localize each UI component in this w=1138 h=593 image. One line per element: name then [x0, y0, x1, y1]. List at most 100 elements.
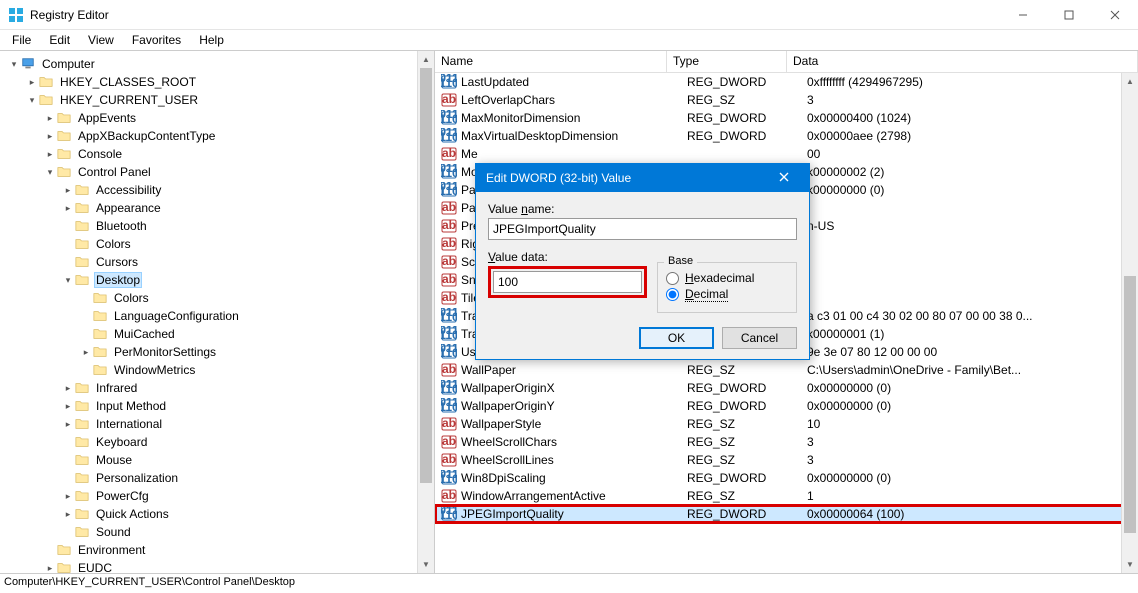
list-row[interactable]: WallpaperOriginXREG_DWORD0x00000000 (0) [435, 379, 1138, 397]
chevron-right-icon[interactable]: ▸ [80, 365, 92, 376]
menu-view[interactable]: View [80, 31, 122, 49]
chevron-right-icon[interactable]: ▸ [80, 311, 92, 322]
chevron-right-icon[interactable]: ▸ [62, 383, 74, 394]
tree-item[interactable]: ▸Bluetooth [0, 217, 434, 235]
tree-item[interactable]: ▸Accessibility [0, 181, 434, 199]
chevron-right-icon[interactable]: ▸ [62, 419, 74, 430]
chevron-right-icon[interactable]: ▸ [62, 185, 74, 196]
cancel-button[interactable]: Cancel [722, 327, 797, 349]
hex-radio-row[interactable]: Hexadecimal [666, 271, 788, 285]
scroll-down-button[interactable]: ▼ [418, 556, 434, 573]
chevron-right-icon[interactable]: ▸ [44, 149, 56, 160]
list-row[interactable]: WallPaperREG_SZC:\Users\admin\OneDrive -… [435, 361, 1138, 379]
chevron-right-icon[interactable]: ▸ [62, 239, 74, 250]
menu-edit[interactable]: Edit [41, 31, 78, 49]
dialog-titlebar[interactable]: Edit DWORD (32-bit) Value [476, 164, 809, 192]
chevron-right-icon[interactable]: ▸ [80, 347, 92, 358]
tree-item[interactable]: ▾Control Panel [0, 163, 434, 181]
tree-item[interactable]: ▸International [0, 415, 434, 433]
chevron-right-icon[interactable]: ▸ [44, 113, 56, 124]
chevron-down-icon[interactable]: ▾ [62, 275, 74, 286]
chevron-down-icon[interactable]: ▾ [44, 167, 56, 178]
menu-file[interactable]: File [4, 31, 39, 49]
tree-item[interactable]: ▸Appearance [0, 199, 434, 217]
scroll-thumb[interactable] [420, 68, 432, 483]
chevron-right-icon[interactable]: ▸ [62, 527, 74, 538]
list-row[interactable]: LastUpdatedREG_DWORD0xffffffff (42949672… [435, 73, 1138, 91]
list-row[interactable]: JPEGImportQualityREG_DWORD0x00000064 (10… [435, 505, 1138, 523]
scroll-down-button[interactable]: ▼ [1122, 556, 1138, 573]
list-row[interactable]: WallpaperOriginYREG_DWORD0x00000000 (0) [435, 397, 1138, 415]
list-row[interactable]: WheelScrollLinesREG_SZ3 [435, 451, 1138, 469]
tree-pane[interactable]: ▾Computer▸HKEY_CLASSES_ROOT▾HKEY_CURRENT… [0, 51, 435, 573]
chevron-right-icon[interactable]: ▸ [62, 203, 74, 214]
column-header-name[interactable]: Name [435, 51, 667, 72]
tree-item[interactable]: ▾Desktop [0, 271, 434, 289]
tree-item[interactable]: ▾HKEY_CURRENT_USER [0, 91, 434, 109]
column-header-type[interactable]: Type [667, 51, 787, 72]
chevron-right-icon[interactable]: ▸ [62, 221, 74, 232]
tree-item[interactable]: ▸Mouse [0, 451, 434, 469]
maximize-button[interactable] [1046, 0, 1092, 30]
scroll-track[interactable] [1122, 90, 1138, 556]
tree-item[interactable]: ▸MuiCached [0, 325, 434, 343]
decimal-radio-row[interactable]: Decimal [666, 287, 788, 302]
list-row[interactable]: MaxMonitorDimensionREG_DWORD0x00000400 (… [435, 109, 1138, 127]
chevron-right-icon[interactable]: ▸ [44, 545, 56, 556]
scroll-up-button[interactable]: ▲ [418, 51, 434, 68]
chevron-right-icon[interactable]: ▸ [62, 509, 74, 520]
tree-item[interactable]: ▸Colors [0, 235, 434, 253]
value-name-input[interactable] [488, 218, 797, 240]
tree-item[interactable]: ▸Personalization [0, 469, 434, 487]
hex-radio[interactable] [666, 272, 679, 285]
chevron-right-icon[interactable]: ▸ [62, 401, 74, 412]
list-row[interactable]: MaxVirtualDesktopDimensionREG_DWORD0x000… [435, 127, 1138, 145]
tree-item[interactable]: ▸Cursors [0, 253, 434, 271]
tree-item[interactable]: ▸AppXBackupContentType [0, 127, 434, 145]
chevron-right-icon[interactable]: ▸ [62, 437, 74, 448]
tree-item[interactable]: ▸PerMonitorSettings [0, 343, 434, 361]
ok-button[interactable]: OK [639, 327, 714, 349]
chevron-right-icon[interactable]: ▸ [80, 329, 92, 340]
tree-item[interactable]: ▸WindowMetrics [0, 361, 434, 379]
scroll-up-button[interactable]: ▲ [1122, 73, 1138, 90]
chevron-right-icon[interactable]: ▸ [62, 491, 74, 502]
value-data-input[interactable] [493, 271, 642, 293]
chevron-down-icon[interactable]: ▾ [8, 59, 20, 70]
tree-item[interactable]: ▸AppEvents [0, 109, 434, 127]
chevron-right-icon[interactable]: ▸ [26, 77, 38, 88]
scroll-thumb[interactable] [1124, 276, 1136, 532]
chevron-right-icon[interactable]: ▸ [62, 455, 74, 466]
tree-item[interactable]: ▸Keyboard [0, 433, 434, 451]
tree-item[interactable]: ▸Colors [0, 289, 434, 307]
dialog-close-button[interactable] [769, 171, 799, 185]
decimal-radio[interactable] [666, 288, 679, 301]
chevron-right-icon[interactable]: ▸ [62, 257, 74, 268]
tree-scrollbar[interactable]: ▲ ▼ [417, 51, 434, 573]
tree-item[interactable]: ▸Sound [0, 523, 434, 541]
chevron-right-icon[interactable]: ▸ [44, 131, 56, 142]
tree-item[interactable]: ▸PowerCfg [0, 487, 434, 505]
chevron-right-icon[interactable]: ▸ [44, 563, 56, 574]
list-row[interactable]: LeftOverlapCharsREG_SZ3 [435, 91, 1138, 109]
minimize-button[interactable] [1000, 0, 1046, 30]
close-button[interactable] [1092, 0, 1138, 30]
chevron-right-icon[interactable]: ▸ [62, 473, 74, 484]
chevron-down-icon[interactable]: ▾ [26, 95, 38, 106]
tree-item[interactable]: ▸EUDC [0, 559, 434, 573]
tree-item[interactable]: ▸Infrared [0, 379, 434, 397]
tree-item[interactable]: ▸Console [0, 145, 434, 163]
chevron-right-icon[interactable]: ▸ [80, 293, 92, 304]
tree-item[interactable]: ▾Computer [0, 55, 434, 73]
list-row[interactable]: WindowArrangementActiveREG_SZ1 [435, 487, 1138, 505]
list-row[interactable]: WheelScrollCharsREG_SZ3 [435, 433, 1138, 451]
scroll-track[interactable] [418, 68, 434, 556]
tree-item[interactable]: ▸Environment [0, 541, 434, 559]
list-row[interactable]: Win8DpiScalingREG_DWORD0x00000000 (0) [435, 469, 1138, 487]
tree-item[interactable]: ▸Input Method [0, 397, 434, 415]
tree-item[interactable]: ▸Quick Actions [0, 505, 434, 523]
list-row[interactable]: Me00 [435, 145, 1138, 163]
list-scrollbar[interactable]: ▲ ▼ [1121, 73, 1138, 573]
menu-help[interactable]: Help [191, 31, 232, 49]
tree-item[interactable]: ▸HKEY_CLASSES_ROOT [0, 73, 434, 91]
